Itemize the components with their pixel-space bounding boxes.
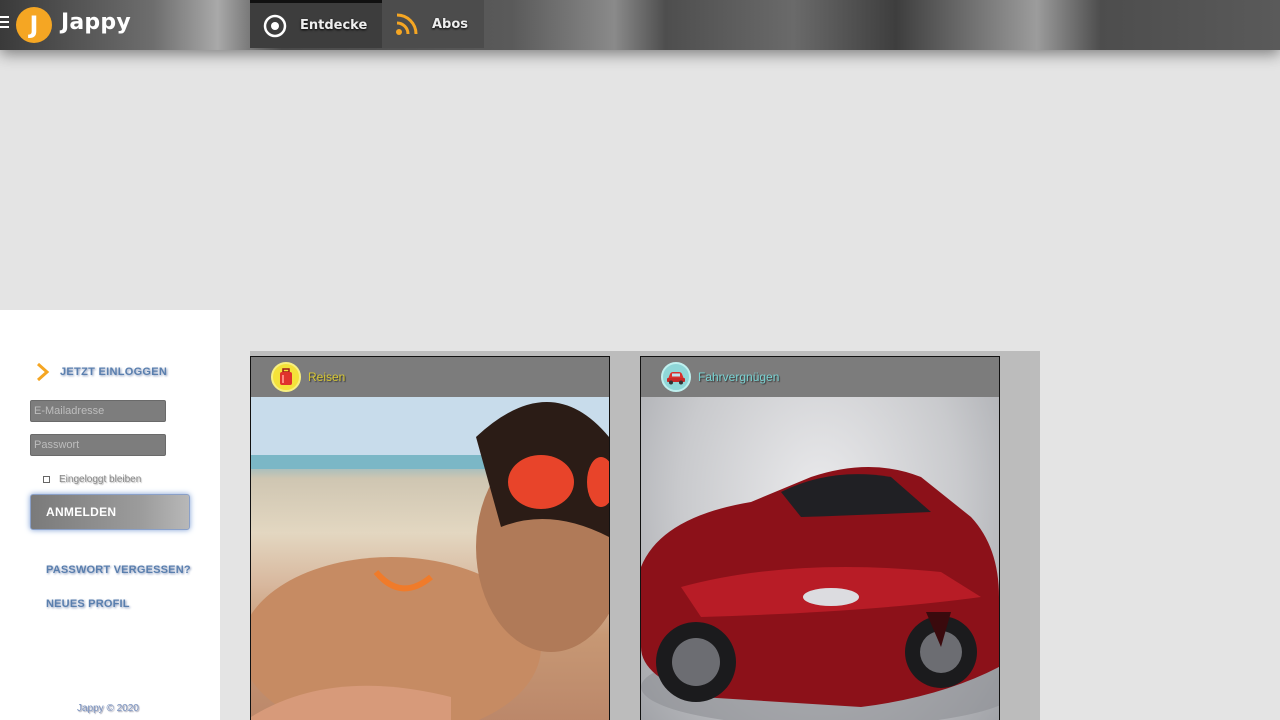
app-name[interactable]: Jappy (61, 10, 131, 35)
feed-card[interactable]: Reisen (250, 356, 610, 720)
tab-subscriptions-label: Abos (432, 16, 469, 32)
login-heading-text: JETZT EINLOGGEN (60, 366, 168, 378)
new-profile-link[interactable]: NEUES PROFIL (46, 598, 130, 610)
copyright: Jappy © 2020 (77, 703, 139, 714)
category-label[interactable]: Reisen (308, 370, 345, 384)
password-field[interactable] (30, 434, 166, 456)
forgot-password-link[interactable]: PASSWORT VERGESSEN? (46, 564, 191, 576)
chevron-right-icon (37, 362, 50, 382)
feed-area: Reisen Fahrvergnügen (250, 351, 1040, 720)
rss-icon (382, 0, 432, 48)
feed-card[interactable]: Fahrvergnügen (640, 356, 1000, 720)
car-icon (661, 362, 691, 392)
hamburger-menu-icon[interactable] (0, 16, 10, 30)
top-bar: J Jappy Entdecke Abos (0, 0, 1280, 50)
login-sidebar: JETZT EINLOGGEN Eingeloggt bleiben ANMEL… (0, 310, 220, 720)
login-heading: JETZT EINLOGGEN (36, 362, 167, 382)
category-label[interactable]: Fahrvergnügen (698, 370, 779, 384)
tab-discover[interactable]: Entdecke (250, 0, 382, 48)
remember-checkbox[interactable] (43, 476, 50, 483)
remember-me[interactable]: Eingeloggt bleiben (43, 474, 141, 485)
tab-subscriptions[interactable]: Abos (382, 0, 484, 48)
jappy-logo-icon[interactable]: J (16, 7, 52, 43)
remember-label: Eingeloggt bleiben (59, 474, 142, 485)
suitcase-icon (271, 362, 301, 392)
discover-icon (250, 2, 300, 50)
email-field[interactable] (30, 400, 166, 422)
card-header: Reisen (251, 357, 609, 397)
card-header: Fahrvergnügen (641, 357, 999, 397)
post-image[interactable] (251, 397, 609, 720)
login-button[interactable]: ANMELDEN (30, 494, 190, 530)
tab-discover-label: Entdecke (300, 18, 368, 33)
post-image[interactable] (641, 397, 999, 720)
